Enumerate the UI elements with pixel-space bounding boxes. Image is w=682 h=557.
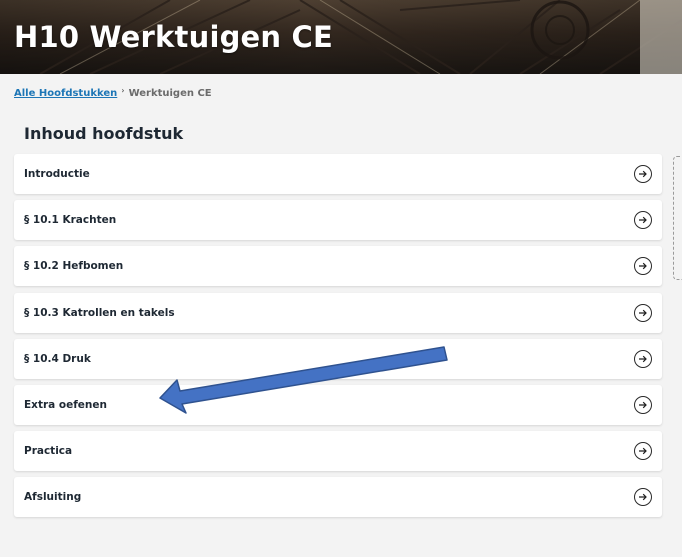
chapter-item-katrollen-en-takels[interactable]: § 10.3 Katrollen en takels (14, 292, 662, 333)
arrow-right-icon[interactable] (634, 303, 652, 322)
arrow-right-icon[interactable] (634, 165, 652, 183)
chapter-item-label: § 10.4 Druk (24, 352, 91, 365)
page-title: H10 Werktuigen CE (14, 20, 334, 54)
arrow-right-icon[interactable] (634, 488, 652, 507)
chapter-item-label: Practica (24, 445, 73, 458)
chapter-item-krachten[interactable]: § 10.1 Krachten (14, 200, 662, 241)
breadcrumb-link-all-chapters[interactable]: Alle Hoofdstukken (14, 88, 117, 99)
side-panel-edge (673, 156, 682, 280)
chapter-item-introductie[interactable]: Introductie (14, 154, 662, 194)
arrow-right-icon[interactable] (634, 349, 652, 368)
chapter-item-practica[interactable]: Practica (14, 431, 662, 472)
chapter-item-label: Afsluiting (24, 491, 82, 504)
hero-banner: H10 Werktuigen CE (0, 0, 682, 74)
chapter-item-extra-oefenen[interactable]: Extra oefenen (14, 384, 662, 425)
chapter-list: Introductie § 10.1 Krachten § 10.2 Hefbo… (14, 154, 662, 524)
arrow-right-icon[interactable] (634, 257, 652, 276)
chapter-item-label: § 10.2 Hefbomen (24, 260, 124, 273)
breadcrumb-separator: › (121, 86, 125, 95)
chapter-item-label: Extra oefenen (24, 398, 107, 411)
chapter-item-label: § 10.1 Krachten (24, 214, 117, 227)
breadcrumb-current: Werktuigen CE (128, 88, 212, 99)
section-title: Inhoud hoofdstuk (24, 124, 184, 143)
chapter-item-afsluiting[interactable]: Afsluiting (14, 477, 662, 518)
arrow-right-icon[interactable] (634, 442, 652, 461)
arrow-right-icon[interactable] (634, 395, 652, 414)
chapter-item-druk[interactable]: § 10.4 Druk (14, 338, 662, 379)
arrow-right-icon[interactable] (634, 211, 652, 230)
chapter-item-label: § 10.3 Katrollen en takels (24, 306, 175, 319)
breadcrumb: Alle Hoofdstukken › Werktuigen CE (14, 86, 212, 99)
chapter-item-label: Introductie (24, 168, 90, 180)
chapter-item-hefbomen[interactable]: § 10.2 Hefbomen (14, 246, 662, 287)
